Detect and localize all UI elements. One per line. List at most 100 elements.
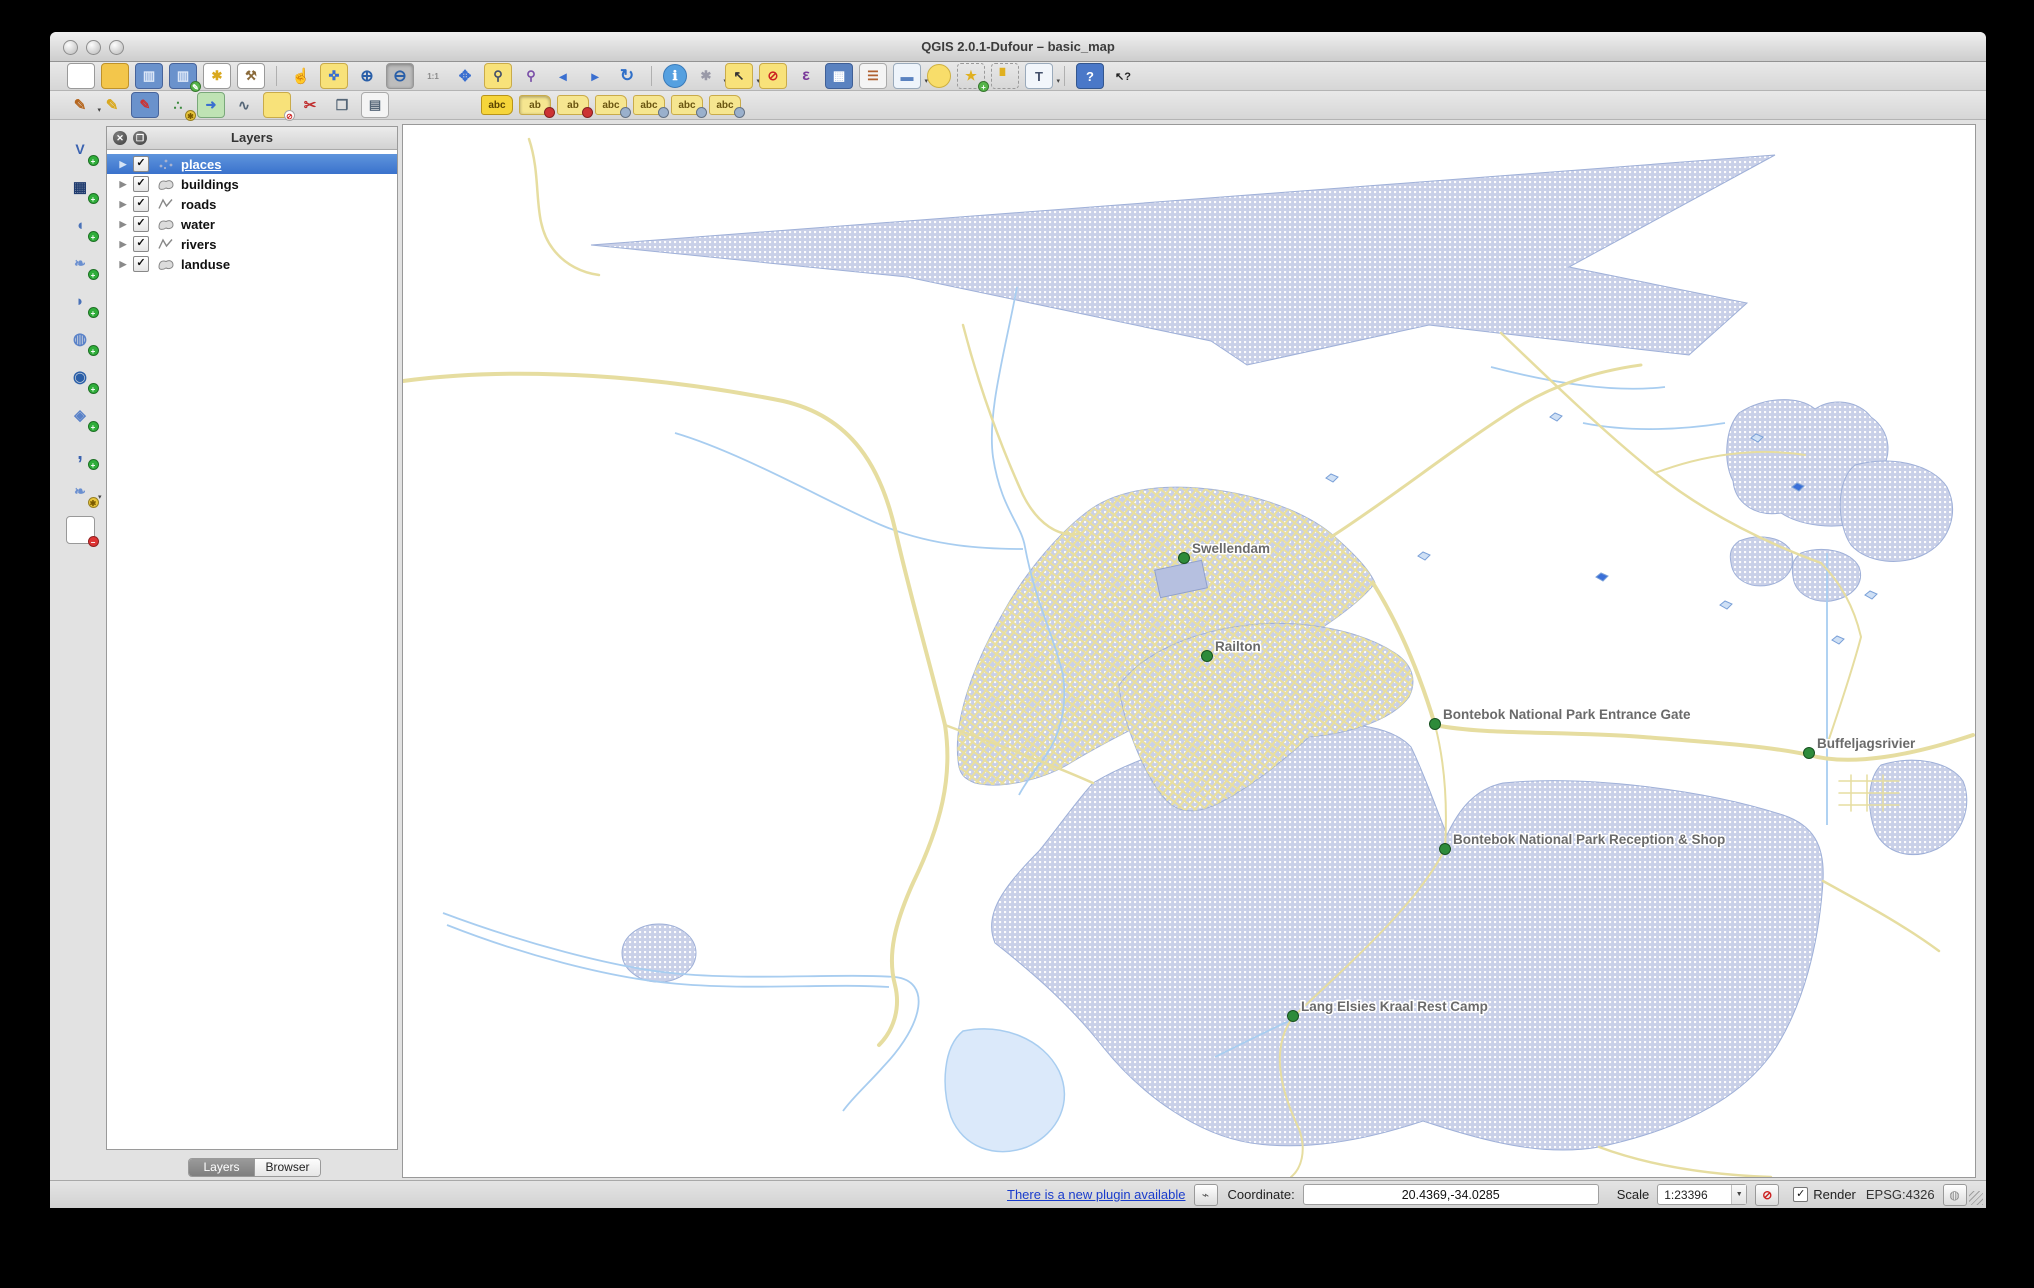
layer-visibility-checkbox[interactable]: ✓: [133, 156, 149, 172]
help-contents-icon[interactable]: ?: [1076, 63, 1104, 89]
zoom-in-icon[interactable]: ⊕: [354, 64, 380, 88]
new-bookmark-icon[interactable]: ★ +: [957, 63, 989, 92]
scale-combobox[interactable]: 1:23396 ▼: [1657, 1184, 1748, 1205]
show-bookmarks-icon[interactable]: ▘: [991, 63, 1019, 89]
remove-layer-icon[interactable]: −: [65, 516, 99, 547]
show-hide-labels-icon[interactable]: abc: [595, 95, 631, 118]
chevron-down-icon: ▼: [1731, 1185, 1747, 1204]
highlight-pinned-labels-icon[interactable]: ab: [557, 95, 593, 118]
close-window-button[interactable]: [63, 40, 78, 55]
zoom-full-icon[interactable]: ✥: [452, 64, 478, 88]
layers-panel-header[interactable]: ✕ ❒ Layers: [107, 127, 397, 150]
add-delimited-text-layer-icon[interactable]: , +: [67, 440, 99, 470]
expand-arrow-icon[interactable]: ▶: [116, 219, 130, 230]
expand-arrow-icon[interactable]: ▶: [116, 239, 130, 250]
layer-visibility-checkbox[interactable]: ✓: [133, 176, 149, 192]
zoom-window-button[interactable]: [109, 40, 124, 55]
layer-row-water[interactable]: ▶ ✓ water: [107, 214, 397, 234]
expand-arrow-icon[interactable]: ▶: [116, 159, 130, 170]
add-spatialite-layer-icon[interactable]: ❧ +: [67, 250, 99, 280]
map-canvas[interactable]: Swellendam Railton Bontebok National Park …: [401, 124, 1976, 1179]
toggle-editing-icon[interactable]: ✎: [99, 93, 125, 117]
save-layer-edits-icon-glyph: ✎: [139, 97, 151, 112]
zoom-native-icon[interactable]: 1:1: [420, 64, 446, 88]
text-annotation-icon[interactable]: T ▾: [1025, 63, 1060, 89]
resize-grip[interactable]: [1969, 1191, 1983, 1205]
panel-tab-layers[interactable]: Layers: [189, 1159, 254, 1176]
identify-features-icon[interactable]: ℹ: [663, 64, 687, 88]
copy-features-icon[interactable]: ❐: [329, 93, 355, 117]
save-layer-edits-icon[interactable]: ✎: [131, 92, 159, 118]
pan-to-selection-icon[interactable]: ✜: [320, 63, 348, 89]
panel-float-icon[interactable]: ❒: [133, 131, 147, 145]
paste-features-icon[interactable]: ▤: [361, 92, 389, 118]
zoom-out-icon[interactable]: ⊖: [386, 63, 414, 89]
labeling-options-icon[interactable]: abc: [481, 95, 513, 115]
layer-row-roads[interactable]: ▶ ✓ roads: [107, 194, 397, 214]
new-print-composer-icon[interactable]: ✱: [203, 63, 231, 89]
save-project-as-icon[interactable]: ▥ ✎: [169, 63, 201, 92]
add-vector-layer-icon[interactable]: V +: [67, 136, 99, 166]
add-feature-icon[interactable]: ∴ ✱: [165, 93, 196, 121]
layer-visibility-checkbox[interactable]: ✓: [133, 256, 149, 272]
layer-row-places[interactable]: ▶ ✓ places: [107, 154, 397, 174]
panel-close-icon[interactable]: ✕: [113, 131, 127, 145]
minimize-window-button[interactable]: [86, 40, 101, 55]
new-shapefile-layer-icon[interactable]: ❧ ▾ ✱: [67, 478, 102, 508]
zoom-next-icon[interactable]: ▸: [582, 64, 608, 88]
layer-visibility-checkbox[interactable]: ✓: [133, 196, 149, 212]
add-wms-layer-icon[interactable]: ◍ +: [67, 326, 99, 356]
run-feature-action-icon[interactable]: ✱▾: [693, 64, 727, 88]
zoom-to-selection-icon[interactable]: ⚲: [484, 63, 512, 89]
zoom-last-icon[interactable]: ◂: [550, 64, 576, 88]
refresh-icon[interactable]: ↻: [614, 64, 640, 88]
expand-arrow-icon[interactable]: ▶: [116, 199, 130, 210]
add-mssql-layer-icon[interactable]: ◗ +: [67, 288, 99, 318]
layer-visibility-checkbox[interactable]: ✓: [133, 216, 149, 232]
measure-icon[interactable]: ▬ ▾: [893, 63, 928, 89]
new-project-icon[interactable]: [67, 63, 95, 89]
move-feature-icon[interactable]: ➜: [197, 92, 225, 118]
stop-render-icon[interactable]: ⊘: [1755, 1183, 1780, 1206]
save-project-icon[interactable]: ▥: [135, 63, 163, 89]
plugin-manager-icon[interactable]: ⌁: [1193, 1183, 1218, 1206]
composer-manager-icon[interactable]: ⚒: [237, 63, 265, 89]
current-edits-icon[interactable]: ✎ ▾: [67, 93, 101, 117]
rotate-label-icon[interactable]: abc: [671, 95, 707, 118]
select-by-expression-icon[interactable]: ε: [793, 64, 819, 88]
pin-labels-icon[interactable]: ab: [519, 95, 555, 118]
delete-selected-icon[interactable]: ⊘: [263, 92, 295, 121]
expand-arrow-icon[interactable]: ▶: [116, 179, 130, 190]
open-attribute-table-icon[interactable]: ▦: [825, 63, 853, 89]
move-label-icon[interactable]: abc: [633, 95, 669, 118]
chevron-down-icon: ▾: [97, 494, 102, 501]
open-project-icon[interactable]: [101, 63, 129, 89]
render-checkbox[interactable]: ✓: [1793, 1187, 1809, 1202]
layer-row-landuse[interactable]: ▶ ✓ landuse: [107, 254, 397, 274]
add-wcs-layer-icon[interactable]: ◉ +: [67, 364, 99, 394]
add-raster-layer-icon[interactable]: ▦ +: [67, 174, 99, 204]
select-features-icon[interactable]: ↖▾: [725, 63, 760, 89]
change-label-properties-icon[interactable]: abc: [709, 95, 745, 118]
zoom-to-layer-icon[interactable]: ⚲: [518, 64, 544, 88]
plugin-available-link[interactable]: There is a new plugin available: [1007, 1187, 1186, 1202]
cut-features-icon[interactable]: ✂: [297, 93, 323, 117]
deselect-features-icon[interactable]: ⊘: [759, 63, 787, 89]
layer-row-rivers[interactable]: ▶ ✓ rivers: [107, 234, 397, 254]
panel-tab-browser[interactable]: Browser: [254, 1159, 320, 1176]
expand-arrow-icon[interactable]: ▶: [116, 259, 130, 270]
add-wfs-layer-icon[interactable]: ◈ +: [67, 402, 99, 432]
new-print-composer-icon-glyph: ✱: [211, 68, 223, 83]
layer-visibility-checkbox[interactable]: ✓: [133, 236, 149, 252]
node-tool-icon[interactable]: ∿: [231, 93, 257, 117]
map-tips-icon[interactable]: [927, 64, 951, 88]
field-calculator-icon[interactable]: ☰: [859, 63, 887, 89]
pan-map-icon[interactable]: ☝: [288, 64, 314, 88]
titlebar[interactable]: QGIS 2.0.1-Dufour – basic_map: [50, 32, 1986, 62]
whats-this-icon[interactable]: ↖?: [1110, 64, 1136, 88]
layer-row-buildings[interactable]: ▶ ✓ buildings: [107, 174, 397, 194]
coordinate-input[interactable]: [1302, 1184, 1599, 1205]
add-postgis-layer-icon[interactable]: ◖ +: [67, 212, 99, 242]
move-feature-icon-glyph: ➜: [205, 97, 217, 112]
crs-globe-icon[interactable]: ◍: [1942, 1183, 1967, 1206]
